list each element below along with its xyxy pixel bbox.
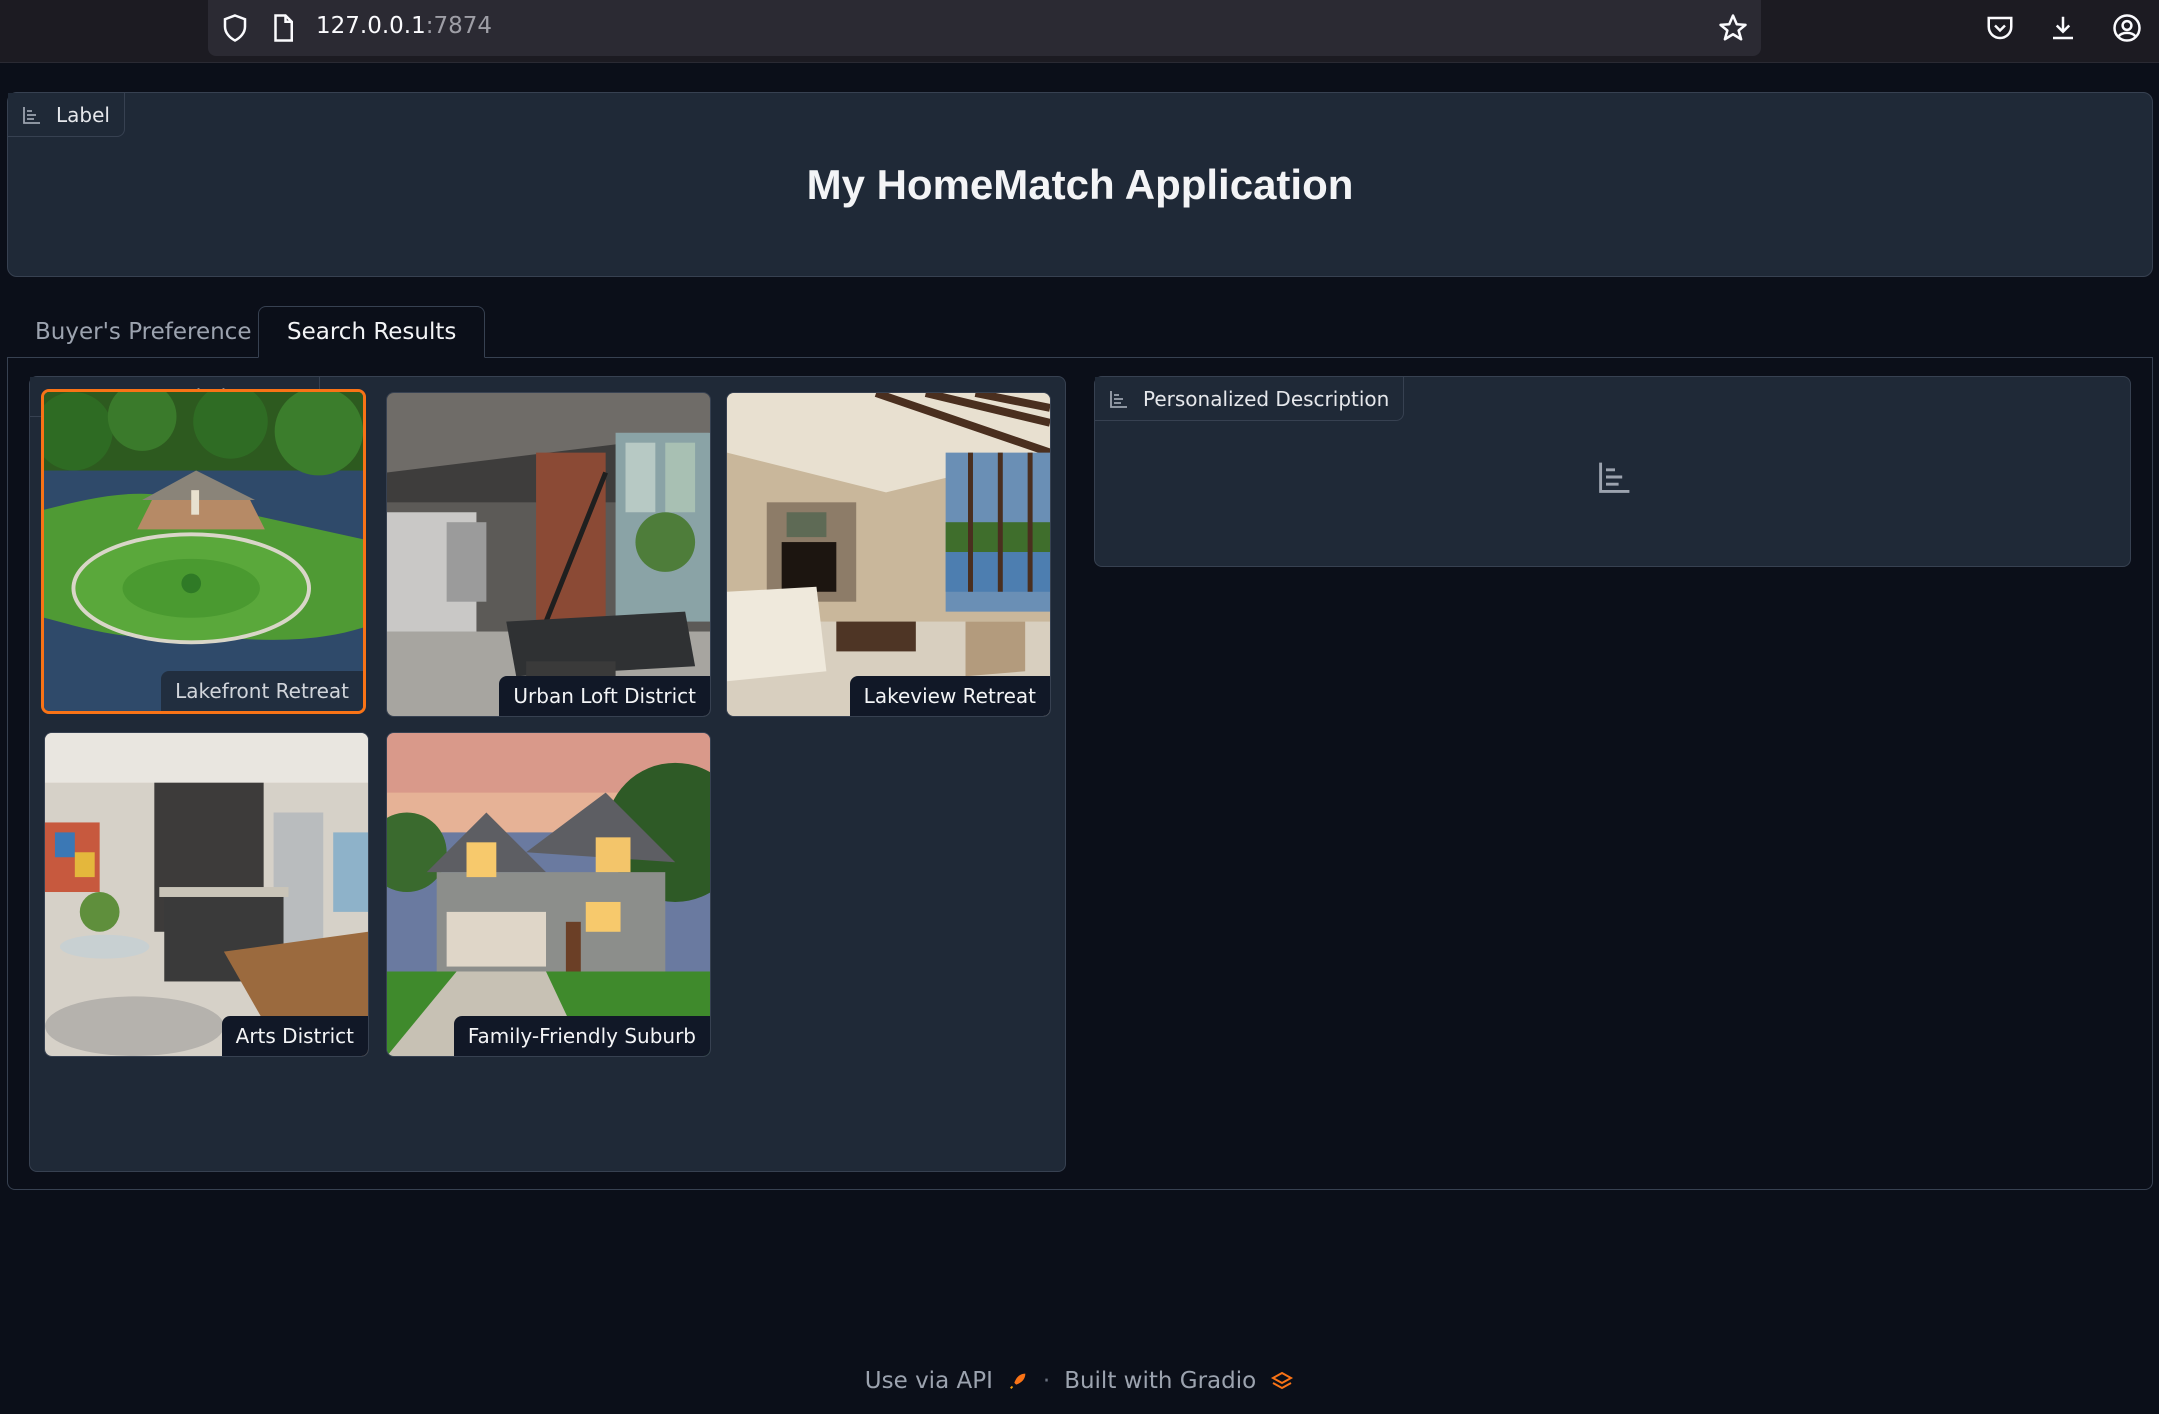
gallery-caption: Lakeview Retreat	[849, 676, 1050, 716]
label-block: Label My HomeMatch Application	[7, 92, 2153, 277]
url-bar[interactable]: 127.0.0.1:7874	[208, 0, 1761, 56]
browser-toolbar: 127.0.0.1:7874	[0, 0, 2159, 63]
tab-buyers-preference[interactable]: Buyer's Preference	[7, 306, 279, 358]
gallery-item-arts-district[interactable]: Arts District	[44, 732, 369, 1057]
gallery-caption: Urban Loft District	[499, 676, 710, 716]
download-icon[interactable]	[2048, 13, 2078, 43]
gallery-item-family-friendly-suburb[interactable]: Family-Friendly Suburb	[386, 732, 711, 1057]
pocket-icon[interactable]	[1985, 13, 2015, 43]
label-icon	[1110, 390, 1127, 408]
tab-bar: Buyer's Preference Search Results	[7, 306, 2153, 358]
gradio-logo-icon	[1271, 1371, 1294, 1390]
url-text[interactable]: 127.0.0.1:7874	[316, 13, 492, 39]
lakeview-image	[727, 393, 1050, 716]
gallery-caption: Arts District	[221, 1016, 368, 1056]
description-tag: Personalized Description	[1095, 377, 1405, 421]
gallery-caption: Family-Friendly Suburb	[453, 1016, 710, 1056]
shield-icon[interactable]	[220, 13, 250, 43]
tab-search-results[interactable]: Search Results	[258, 306, 486, 358]
page-title: My HomeMatch Application	[806, 161, 1354, 208]
account-icon[interactable]	[2112, 13, 2142, 43]
lakefront-image	[44, 392, 363, 711]
star-icon[interactable]	[1718, 13, 1748, 43]
gallery-caption: Lakefront Retreat	[161, 671, 363, 711]
label-tag: Label	[8, 93, 125, 137]
rocket-icon	[1009, 1373, 1026, 1389]
label-icon	[23, 106, 40, 124]
description-tag-text: Personalized Description	[1143, 386, 1390, 411]
page-icon	[274, 14, 293, 42]
personalized-description: Personalized Description	[1094, 376, 2131, 567]
empty-label-icon	[1599, 462, 1630, 493]
use-via-api-link[interactable]: Use via API	[865, 1368, 993, 1394]
gallery-item-lakefront-retreat[interactable]: Lakefront Retreat	[41, 389, 366, 714]
gallery-item-lakeview-retreat[interactable]: Lakeview Retreat	[726, 392, 1051, 717]
label-tag-text: Label	[56, 102, 110, 127]
footer-separator: ·	[1042, 1368, 1051, 1394]
family-suburb-image	[387, 733, 710, 1056]
footer: Use via API · Built with Gradio	[0, 1368, 2159, 1394]
gallery-item-urban-loft-district[interactable]: Urban Loft District	[386, 392, 711, 717]
arts-district-image	[45, 733, 368, 1056]
urban-loft-image	[387, 393, 710, 716]
built-with-gradio-link[interactable]: Built with Gradio	[1064, 1368, 1256, 1394]
